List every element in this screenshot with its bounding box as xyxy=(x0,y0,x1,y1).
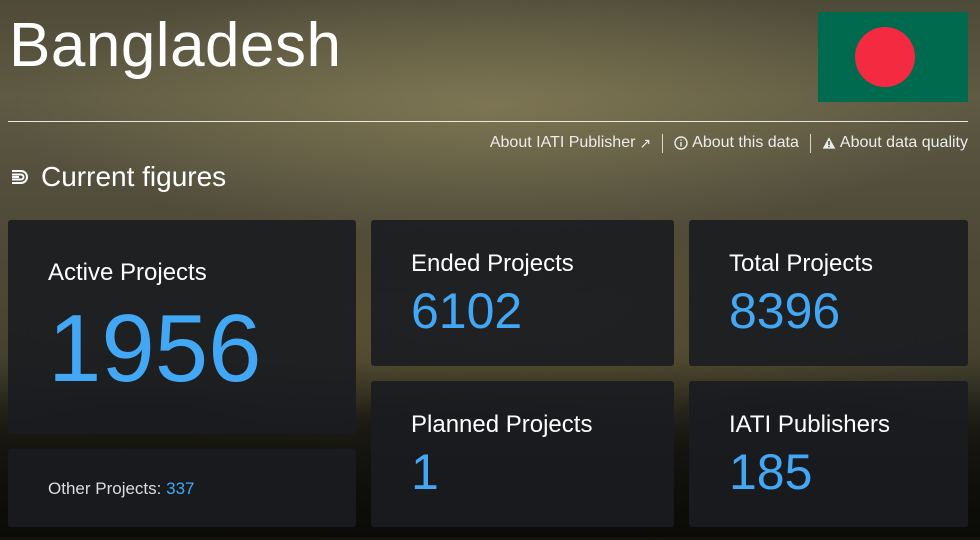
figures-icon xyxy=(12,170,28,184)
other-projects-card: Other Projects: 337 xyxy=(8,449,356,527)
section-title: Current figures xyxy=(41,161,227,192)
about-this-data-link[interactable]: About this data xyxy=(674,134,799,152)
info-icon xyxy=(674,136,688,150)
active-projects-label: Active Projects xyxy=(48,259,207,286)
total-projects-value: 8396 xyxy=(729,283,841,339)
active-projects-card: Active Projects 1956 xyxy=(8,220,356,434)
other-projects-label: Other Projects: xyxy=(48,479,162,498)
warning-icon xyxy=(822,137,836,149)
iati-publishers-value: 185 xyxy=(729,444,813,500)
flag-red-disc xyxy=(855,27,915,87)
total-projects-label: Total Projects xyxy=(729,250,874,277)
info-links-bar: About IATI Publisher ↗ About this data A… xyxy=(490,132,968,154)
planned-projects-label: Planned Projects xyxy=(411,411,593,438)
about-data-quality-label: About data quality xyxy=(839,134,968,151)
link-separator xyxy=(809,133,811,153)
about-iati-publisher-link[interactable]: About IATI Publisher ↗ xyxy=(490,134,651,152)
section-heading: Current figures xyxy=(10,160,226,194)
ended-projects-card: Ended Projects 6102 xyxy=(371,220,674,366)
header-divider xyxy=(8,121,968,122)
iati-publishers-label: IATI Publishers xyxy=(729,411,890,438)
bangladesh-flag xyxy=(818,12,968,102)
other-projects-text: Other Projects: 337 xyxy=(48,479,194,499)
ended-projects-label: Ended Projects xyxy=(411,250,574,277)
other-projects-value[interactable]: 337 xyxy=(166,479,194,498)
planned-projects-card: Planned Projects 1 xyxy=(371,381,674,527)
about-data-quality-link[interactable]: About data quality xyxy=(822,134,968,152)
country-title: Bangladesh xyxy=(9,11,342,80)
about-this-data-label: About this data xyxy=(692,134,799,151)
ended-projects-value: 6102 xyxy=(411,283,523,339)
planned-projects-value: 1 xyxy=(411,444,439,500)
active-projects-value: 1956 xyxy=(48,295,262,402)
total-projects-card: Total Projects 8396 xyxy=(689,220,968,366)
link-separator xyxy=(662,133,664,153)
iati-publishers-card: IATI Publishers 185 xyxy=(689,381,968,527)
about-iati-publisher-label: About IATI Publisher xyxy=(489,134,636,151)
external-link-icon: ↗ xyxy=(639,134,652,151)
